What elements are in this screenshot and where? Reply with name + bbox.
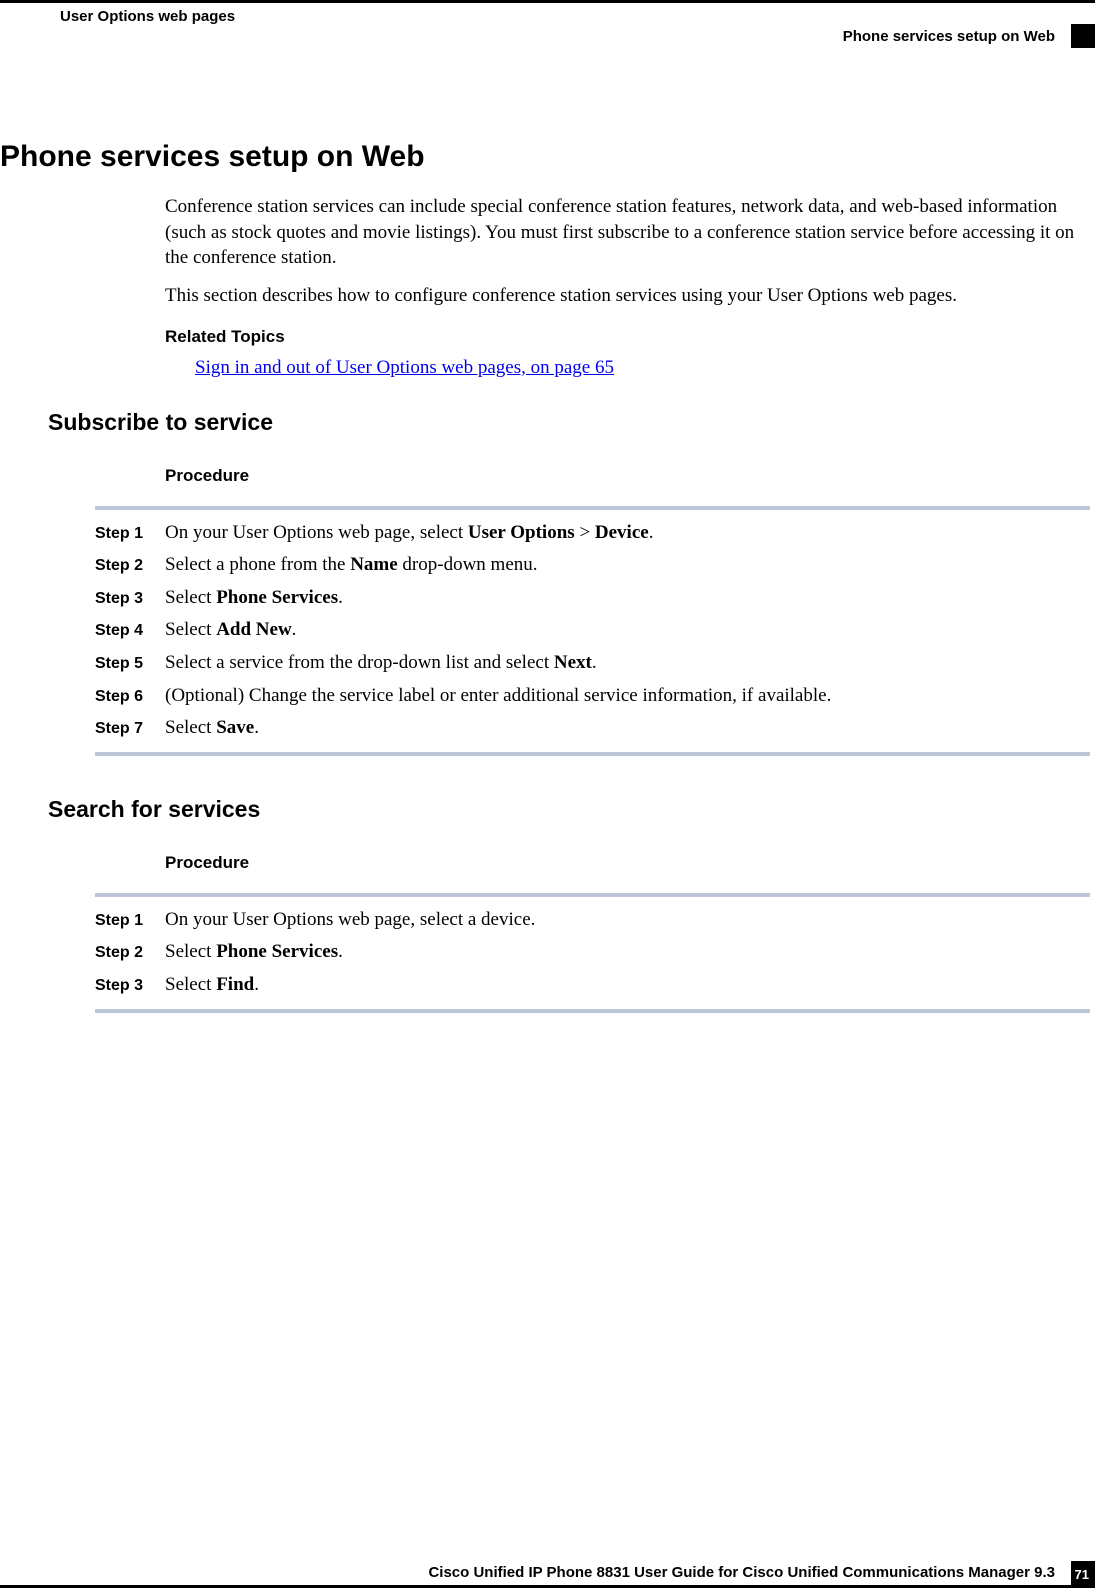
step-label: Step 2	[95, 942, 165, 964]
step-text: Select Find.	[165, 972, 1090, 999]
section-title-search: Search for services	[48, 796, 1095, 823]
procedure-step: Step 7Select Save.	[95, 715, 1090, 742]
step-label: Step 1	[95, 523, 165, 545]
step-text: Select a service from the drop-down list…	[165, 650, 1090, 677]
procedure-steps-subscribe: Step 1On your User Options web page, sel…	[0, 520, 1095, 742]
step-label: Step 3	[95, 588, 165, 610]
procedure-step: Step 2Select a phone from the Name drop-…	[95, 552, 1090, 579]
section-title-subscribe: Subscribe to service	[48, 409, 1095, 436]
page-title: Phone services setup on Web	[0, 140, 1095, 174]
procedure-step: Step 1On your User Options web page, sel…	[95, 520, 1090, 547]
running-header-right: Phone services setup on Web	[843, 28, 1055, 45]
step-text: Select a phone from the Name drop-down m…	[165, 552, 1090, 579]
header-tab-marker	[1071, 24, 1095, 48]
procedure-heading: Procedure	[165, 853, 1095, 873]
step-label: Step 6	[95, 686, 165, 708]
procedure-rule-bottom	[95, 1009, 1090, 1013]
running-header-left: User Options web pages	[60, 8, 235, 25]
procedure-step: Step 4Select Add New.	[95, 617, 1090, 644]
step-label: Step 3	[95, 975, 165, 997]
step-label: Step 5	[95, 653, 165, 675]
procedure-step: Step 2Select Phone Services.	[95, 939, 1090, 966]
header-rule	[0, 0, 1095, 3]
procedure-step: Step 3Select Phone Services.	[95, 585, 1090, 612]
footer-doc-title: Cisco Unified IP Phone 8831 User Guide f…	[0, 1564, 1055, 1581]
procedure-rule-bottom	[95, 752, 1090, 756]
procedure-rule-top	[95, 893, 1090, 897]
intro-paragraph-2: This section describes how to configure …	[165, 283, 1090, 309]
procedure-step: Step 3Select Find.	[95, 972, 1090, 999]
related-topic-link[interactable]: Sign in and out of User Options web page…	[195, 357, 1095, 379]
page-footer: Cisco Unified IP Phone 8831 User Guide f…	[0, 1564, 1095, 1588]
step-text: Select Phone Services.	[165, 939, 1090, 966]
step-label: Step 4	[95, 620, 165, 642]
step-label: Step 7	[95, 718, 165, 740]
procedure-step: Step 1On your User Options web page, sel…	[95, 907, 1090, 934]
step-label: Step 2	[95, 555, 165, 577]
step-text: (Optional) Change the service label or e…	[165, 683, 1090, 710]
page-content: Phone services setup on Web Conference s…	[0, 140, 1095, 1053]
related-topics-heading: Related Topics	[165, 327, 1095, 347]
step-text: On your User Options web page, select a …	[165, 907, 1090, 934]
step-text: On your User Options web page, select Us…	[165, 520, 1090, 547]
step-label: Step 1	[95, 910, 165, 932]
procedure-heading: Procedure	[165, 466, 1095, 486]
procedure-step: Step 6(Optional) Change the service labe…	[95, 683, 1090, 710]
procedure-steps-search: Step 1On your User Options web page, sel…	[0, 907, 1095, 999]
page-number: 71	[1075, 1567, 1089, 1582]
step-text: Select Add New.	[165, 617, 1090, 644]
step-text: Select Phone Services.	[165, 585, 1090, 612]
step-text: Select Save.	[165, 715, 1090, 742]
procedure-step: Step 5Select a service from the drop-dow…	[95, 650, 1090, 677]
procedure-rule-top	[95, 506, 1090, 510]
intro-paragraph-1: Conference station services can include …	[165, 194, 1090, 271]
